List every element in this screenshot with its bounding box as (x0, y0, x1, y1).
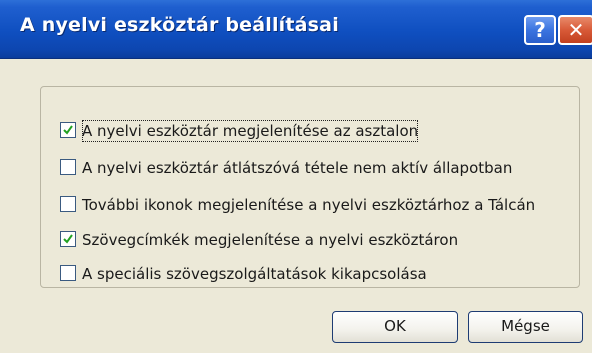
checkbox[interactable] (60, 196, 76, 212)
dialog-window: A nyelvi eszköztár beállításai ? ✕ A nye… (0, 0, 592, 353)
checkbox[interactable] (60, 159, 76, 175)
close-icon[interactable]: ✕ (558, 15, 592, 45)
option-label: A nyelvi eszköztár megjelenítése az aszt… (82, 120, 419, 142)
option-label: Szövegcímkék megjelenítése a nyelvi eszk… (82, 231, 459, 249)
option-label: A speciális szövegszolgáltatások kikapcs… (82, 265, 427, 283)
help-icon[interactable]: ? (524, 15, 556, 45)
checkbox[interactable] (60, 231, 76, 247)
title-bar[interactable]: A nyelvi eszköztár beállításai ? ✕ (0, 0, 592, 59)
options-group (40, 86, 580, 288)
checkbox[interactable] (60, 265, 76, 281)
check-mark-icon (63, 234, 73, 244)
dialog-title: A nyelvi eszköztár beállításai (20, 14, 339, 36)
ok-button[interactable]: OK (332, 311, 458, 343)
option-label: A nyelvi eszköztár átlátszóvá tétele nem… (82, 159, 513, 177)
checkbox[interactable] (60, 122, 76, 138)
check-mark-icon (63, 125, 73, 135)
option-label: További ikonok megjelenítése a nyelvi es… (82, 196, 536, 214)
cancel-button[interactable]: Mégse (468, 311, 583, 343)
